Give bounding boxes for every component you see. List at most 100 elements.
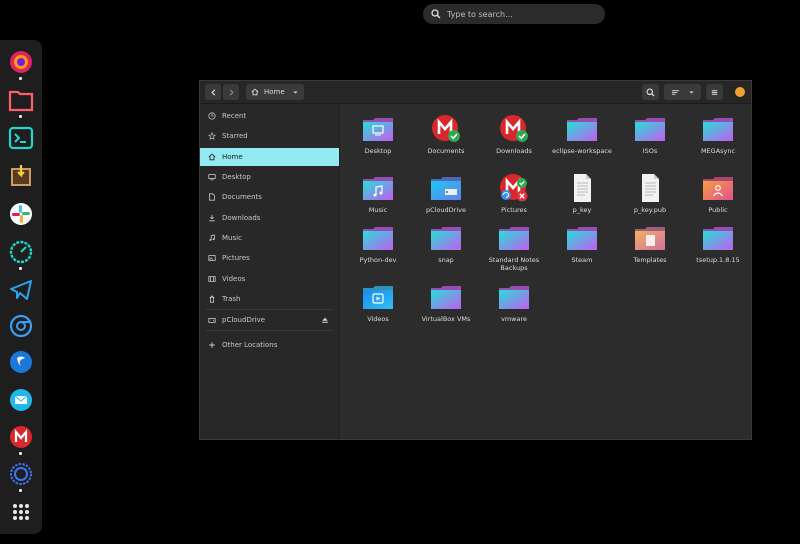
file-label: ISOs: [642, 147, 658, 155]
mega-folder-icon: [497, 173, 531, 203]
file-item[interactable]: p_key: [552, 173, 612, 214]
file-item[interactable]: tsetup.1.8.15: [688, 223, 748, 264]
speedometer-icon[interactable]: [7, 238, 35, 270]
file-item[interactable]: Desktop: [348, 114, 408, 155]
file-item[interactable]: Templates: [620, 223, 680, 264]
sidebar-item-music[interactable]: Music: [200, 229, 339, 247]
file-item[interactable]: Public: [688, 173, 748, 214]
sidebar-item-downloads[interactable]: Downloads: [200, 209, 339, 227]
file-label: eclipse-workspace: [552, 147, 612, 155]
star-icon: [208, 132, 216, 140]
slack-icon[interactable]: [7, 200, 35, 228]
folder-icon: [701, 173, 735, 203]
file-item[interactable]: VirtualBox VMs: [416, 282, 476, 323]
sidebar-item-pictures[interactable]: Pictures: [200, 249, 339, 267]
path-bar-home[interactable]: Home: [246, 84, 304, 100]
files-icon[interactable]: [7, 86, 35, 118]
file-item[interactable]: MEGAsync: [688, 114, 748, 155]
file-item[interactable]: snap: [416, 223, 476, 264]
file-label: Templates: [633, 256, 667, 264]
file-label: Python-dev: [359, 256, 397, 264]
file-item[interactable]: Music: [348, 173, 408, 214]
file-item[interactable]: vmware: [484, 282, 544, 323]
file-item[interactable]: Downloads: [484, 114, 544, 155]
folder-icon: [429, 223, 463, 253]
sidebar-item-label: pCloudDrive: [222, 316, 266, 324]
sidebar: Recent Starred Home Desktop Documents Do…: [200, 104, 340, 439]
folder-icon: [633, 223, 667, 253]
dock: [0, 40, 42, 534]
file-label: Steam: [571, 256, 593, 264]
firefox-icon[interactable]: [7, 48, 35, 80]
chevron-right-icon: [229, 88, 234, 96]
folder-icon: [497, 282, 531, 312]
sidebar-item-trash[interactable]: Trash: [200, 290, 339, 308]
trash-icon: [209, 295, 215, 303]
chromium-icon[interactable]: [7, 312, 35, 340]
file-label: snap: [438, 256, 454, 264]
file-label: Desktop: [364, 147, 392, 155]
text-file-icon: [565, 173, 599, 203]
file-item[interactable]: Python-dev: [348, 223, 408, 264]
mega-folder-icon: [429, 114, 463, 144]
sidebar-item-pclouddrive[interactable]: pCloudDrive: [200, 311, 339, 329]
folder-icon: [361, 114, 395, 144]
forward-button[interactable]: [223, 84, 239, 100]
file-item[interactable]: Pictures: [484, 173, 544, 214]
folder-icon: [565, 223, 599, 253]
file-label: Videos: [367, 315, 389, 323]
folder-icon: [701, 223, 735, 253]
sidebar-item-label: Downloads: [222, 214, 261, 222]
mega-icon[interactable]: [7, 423, 35, 455]
chevron-down-icon: [293, 90, 298, 94]
video-icon: [208, 276, 216, 282]
sidebar-item-starred[interactable]: Starred: [200, 127, 339, 145]
sidebar-item-home[interactable]: Home: [200, 148, 339, 166]
telegram-icon[interactable]: [7, 276, 35, 304]
file-item[interactable]: Steam: [552, 223, 612, 264]
file-label: MEGAsync: [700, 147, 736, 155]
file-item[interactable]: pCloudDrive: [416, 173, 476, 214]
sidebar-separator: [206, 330, 333, 331]
file-item[interactable]: p_key.pub: [620, 173, 680, 214]
sidebar-item-other-locations[interactable]: Other Locations: [200, 336, 339, 354]
file-item[interactable]: eclipse-workspace: [552, 114, 612, 155]
close-button[interactable]: [735, 87, 745, 97]
search-input[interactable]: [447, 9, 597, 19]
view-options-button[interactable]: [664, 84, 701, 100]
mega-folder-icon: [497, 114, 531, 144]
mail-icon[interactable]: [7, 386, 35, 414]
sidebar-item-desktop[interactable]: Desktop: [200, 168, 339, 186]
terminal-icon[interactable]: [7, 124, 35, 152]
search-button[interactable]: [642, 84, 659, 100]
folder-icon: [361, 173, 395, 203]
sidebar-item-videos[interactable]: Videos: [200, 270, 339, 288]
eject-icon[interactable]: [321, 316, 329, 324]
file-label: Pictures: [501, 206, 527, 214]
folder-icon: [429, 282, 463, 312]
search-bar[interactable]: [423, 4, 605, 24]
list-view-icon: [671, 89, 679, 95]
folder-icon: [497, 223, 531, 253]
menu-button[interactable]: [706, 84, 723, 100]
app-grid-icon[interactable]: [7, 498, 35, 526]
home-icon: [208, 153, 216, 161]
drive-icon: [208, 318, 216, 323]
signal-icon[interactable]: [7, 460, 35, 492]
file-item[interactable]: Standard Notes Backups: [484, 223, 544, 272]
sidebar-item-documents[interactable]: Documents: [200, 188, 339, 206]
desktop-icon: [208, 174, 216, 181]
simplenote-icon[interactable]: [7, 348, 35, 376]
file-item[interactable]: ISOs: [620, 114, 680, 155]
installer-icon[interactable]: [7, 162, 35, 190]
sidebar-item-label: Music: [222, 234, 242, 242]
sidebar-item-recent[interactable]: Recent: [200, 107, 339, 125]
file-item[interactable]: Videos: [348, 282, 408, 323]
folder-icon: [565, 114, 599, 144]
file-label: VirtualBox VMs: [421, 315, 471, 323]
music-icon: [209, 234, 215, 241]
file-item[interactable]: Documents: [416, 114, 476, 155]
file-label: p_key: [572, 206, 592, 214]
back-button[interactable]: [205, 84, 221, 100]
search-icon: [646, 87, 655, 97]
